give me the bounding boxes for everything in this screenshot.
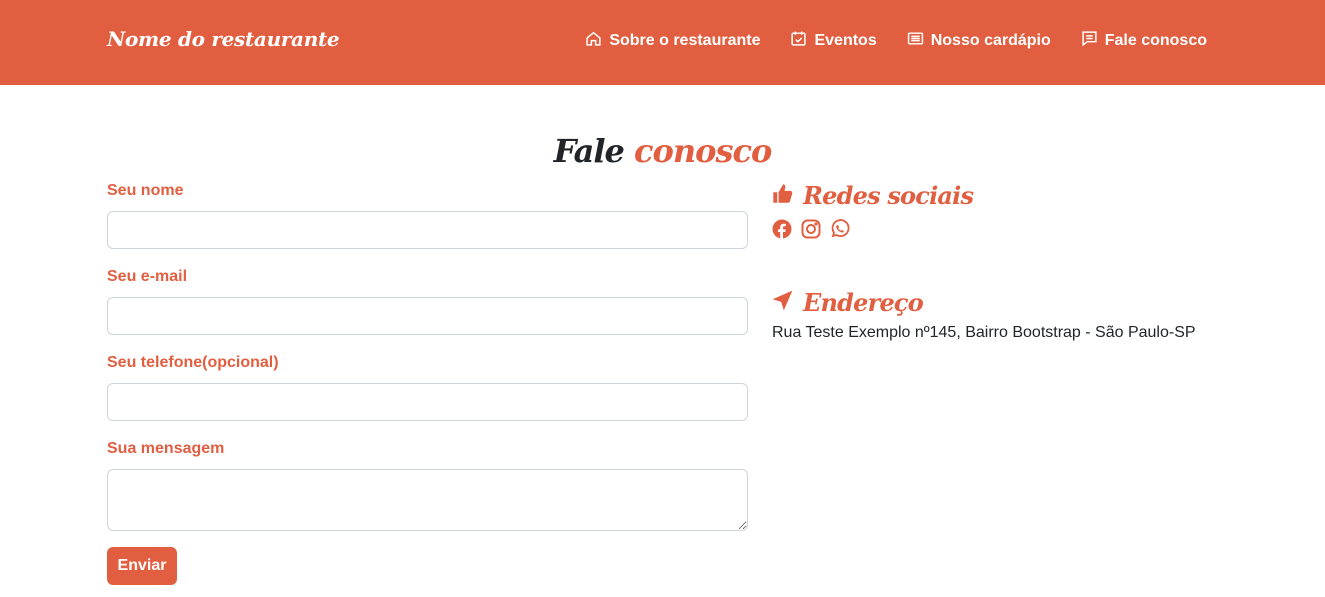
address-block: Endereço Rua Teste Exemplo nº145, Bairro…	[772, 285, 1196, 342]
contact-form: Seu nome Seu e-mail Seu telefone(opciona…	[107, 180, 748, 585]
facebook-icon[interactable]	[772, 219, 792, 239]
calendar-icon	[790, 30, 807, 52]
navbar: Nome do restaurante Sobre o restaurante …	[0, 0, 1325, 85]
nav-item-label: Eventos	[814, 32, 877, 49]
message-label: Sua mensagem	[107, 440, 225, 457]
nav-item-fale-conosco[interactable]: Fale conosco	[1081, 30, 1207, 52]
name-label: Seu nome	[107, 182, 184, 199]
message-textarea[interactable]	[107, 469, 748, 531]
send-button[interactable]: Enviar	[107, 547, 177, 585]
chat-icon	[1081, 30, 1098, 52]
home-icon	[585, 30, 602, 52]
nav-item-eventos[interactable]: Eventos	[790, 30, 877, 52]
page-title-dark: Fale	[553, 132, 635, 170]
nav-item-label: Sobre o restaurante	[609, 32, 761, 49]
name-input[interactable]	[107, 211, 748, 249]
sidebar: Redes sociais Endereço Rua Teste Exemplo…	[772, 178, 1232, 342]
nav-menu: Sobre o restaurante Eventos Nosso cardáp…	[585, 30, 1207, 52]
email-label: Seu e-mail	[107, 268, 188, 285]
page-title: Fale conosco	[0, 132, 1325, 170]
thumbs-up-icon	[772, 181, 793, 210]
brand-link[interactable]: Nome do restaurante	[107, 27, 340, 51]
location-arrow-icon	[772, 288, 793, 317]
phone-input[interactable]	[107, 383, 748, 421]
page-title-accent: conosco	[634, 132, 772, 170]
email-input[interactable]	[107, 297, 748, 335]
address-heading: Endereço	[772, 285, 1196, 319]
instagram-icon[interactable]	[801, 219, 821, 239]
nav-item-label: Fale conosco	[1104, 32, 1207, 49]
whatsapp-icon[interactable]	[830, 219, 850, 239]
phone-label: Seu telefone(opcional)	[107, 354, 279, 371]
address-text: Rua Teste Exemplo nº145, Bairro Bootstra…	[772, 324, 1196, 341]
nav-item-sobre[interactable]: Sobre o restaurante	[585, 30, 760, 52]
nav-item-cardapio[interactable]: Nosso cardápio	[907, 30, 1051, 52]
address-heading-text: Endereço	[803, 287, 924, 317]
social-heading: Redes sociais	[772, 178, 1232, 212]
menu-card-icon	[907, 30, 924, 52]
social-links	[772, 219, 1232, 239]
nav-item-label: Nosso cardápio	[930, 32, 1051, 49]
social-heading-text: Redes sociais	[803, 180, 974, 210]
